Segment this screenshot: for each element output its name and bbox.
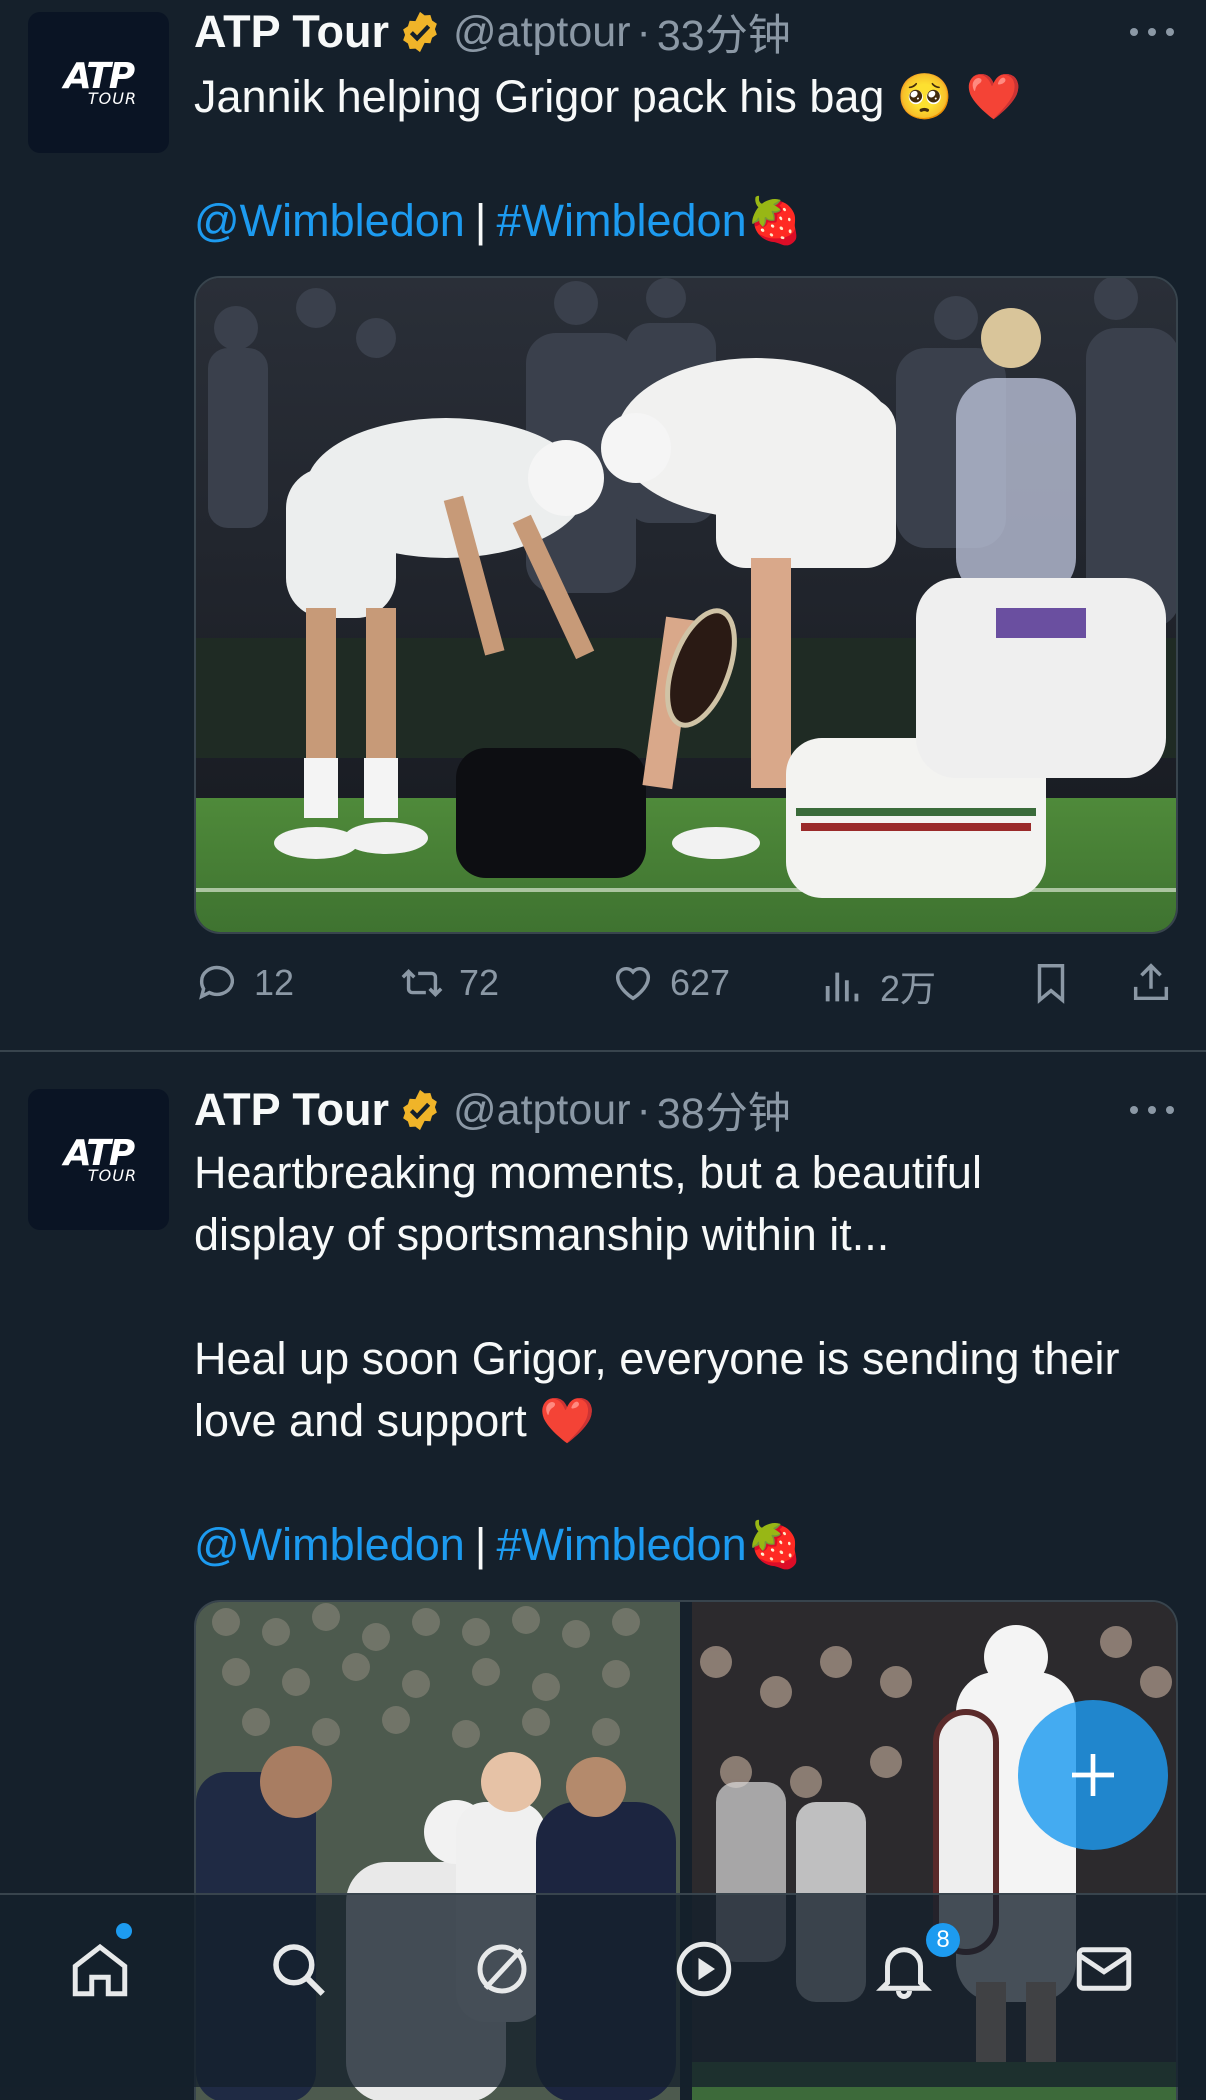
tweet-header: ATP Tour @atptour · 38分钟: [194, 1082, 791, 1138]
author-handle[interactable]: @atptour: [453, 8, 631, 57]
tweet-text: Jannik helping Grigor pack his bag 🥺 ❤️ …: [194, 66, 1184, 252]
author-handle[interactable]: @atptour: [453, 1086, 631, 1135]
like-button[interactable]: 627: [610, 960, 730, 1006]
retweet-icon: [401, 969, 443, 997]
hashtag-link[interactable]: #Wimbledon: [496, 195, 746, 246]
grok-icon: [477, 1944, 527, 1994]
video-icon: [676, 1941, 732, 1997]
tweet-actions: 12 72 627 2万: [194, 960, 1184, 1010]
tweet-text-line: [194, 1266, 1184, 1328]
tweet-tags: @Wimbledon | #Wimbledon🍓: [194, 195, 803, 246]
verified-badge-icon[interactable]: [397, 1087, 443, 1133]
heart-icon: [615, 966, 651, 1001]
bookmark-icon: [1037, 964, 1065, 1004]
meta-separator: ·: [636, 7, 651, 56]
avatar[interactable]: ATP TOUR: [28, 12, 169, 153]
more-options-icon[interactable]: [1130, 1104, 1174, 1116]
tweet-text: Heartbreaking moments, but a beautiful d…: [194, 1142, 1184, 1576]
nav-video[interactable]: [668, 1933, 740, 2005]
bottom-nav: 8: [0, 1893, 1206, 2087]
nav-search[interactable]: [262, 1933, 334, 2005]
tweet-header: ATP Tour @atptour · 33分钟: [194, 4, 791, 60]
author-name[interactable]: ATP Tour: [194, 1084, 389, 1136]
bookmark-button[interactable]: [1028, 960, 1088, 1006]
timestamp[interactable]: 33分钟: [657, 1, 791, 63]
views-button[interactable]: 2万: [820, 960, 936, 1012]
tennis-players-photo: [196, 278, 1176, 932]
nav-home[interactable]: [64, 1933, 136, 2005]
tweet-text-line: Heartbreaking moments, but a beautiful: [194, 1147, 982, 1198]
mention-link[interactable]: @Wimbledon: [194, 1519, 465, 1570]
view-count: 2万: [880, 968, 937, 1009]
author-name[interactable]: ATP Tour: [194, 6, 389, 58]
home-icon: [72, 1943, 128, 1997]
share-button[interactable]: [1128, 960, 1188, 1006]
share-icon: [1133, 963, 1169, 1001]
tweet-text-line: Jannik helping Grigor pack his bag 🥺 ❤️: [194, 71, 1022, 122]
retweet-count: 72: [459, 962, 500, 1003]
timestamp[interactable]: 38分钟: [657, 1079, 791, 1141]
plus-icon: [1072, 1754, 1114, 1796]
hashtag-link[interactable]: #Wimbledon: [496, 1519, 746, 1570]
tweet-text-line: display of sportsmanship within it...: [194, 1209, 890, 1260]
messages-icon: [1076, 1947, 1132, 1991]
tweet-tags: @Wimbledon | #Wimbledon🍓: [194, 1519, 803, 1570]
views-chart-icon: [825, 972, 859, 1002]
tweet[interactable]: ATP TOUR ATP Tour @atptour · 33分钟 Jannik…: [0, 0, 1206, 1050]
strawberry-emoji: 🍓: [746, 1519, 803, 1570]
mention-link[interactable]: @Wimbledon: [194, 195, 465, 246]
search-icon: [273, 1944, 325, 1996]
reply-count: 12: [254, 962, 295, 1003]
strawberry-emoji: 🍓: [746, 195, 803, 246]
notification-badge: 8: [926, 1923, 960, 1957]
tweet-photo[interactable]: [194, 276, 1178, 934]
verified-badge-icon[interactable]: [397, 9, 443, 55]
atp-logo: ATP TOUR: [63, 55, 138, 108]
compose-button[interactable]: [1018, 1700, 1168, 1850]
like-count: 627: [670, 962, 731, 1003]
tweet-text-line: love and support ❤️: [194, 1395, 596, 1446]
atp-logo: ATP TOUR: [63, 1132, 138, 1185]
avatar[interactable]: ATP TOUR: [28, 1089, 169, 1230]
meta-separator: ·: [636, 1085, 651, 1134]
reply-icon: [199, 965, 235, 1000]
retweet-button[interactable]: 72: [399, 960, 499, 1006]
home-unread-dot: [116, 1923, 132, 1939]
nav-grok[interactable]: [466, 1933, 538, 2005]
reply-button[interactable]: 12: [194, 960, 294, 1006]
tweet-text-line: Heal up soon Grigor, everyone is sending…: [194, 1333, 1120, 1384]
more-options-icon[interactable]: [1130, 26, 1174, 38]
nav-messages[interactable]: [1068, 1933, 1140, 2005]
